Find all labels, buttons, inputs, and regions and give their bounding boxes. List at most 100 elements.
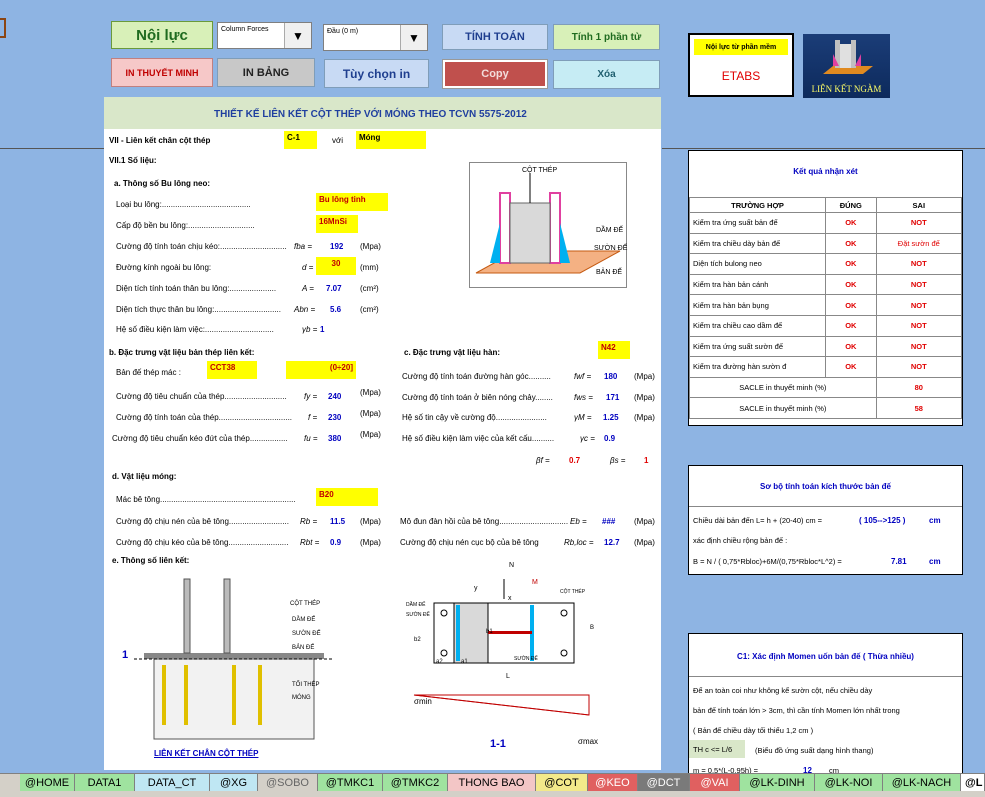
plate-range-value[interactable]: (0÷20] bbox=[286, 361, 356, 379]
c-label: Hệ số điều kiện làm việc của kết cấu....… bbox=[402, 434, 555, 443]
chevron-down-icon[interactable]: ▼ bbox=[284, 23, 311, 48]
section-e: e. Thông số liên kết: bbox=[112, 556, 190, 565]
d-label: Mác bê tông.............................… bbox=[116, 495, 296, 504]
case: Kiểm tra hàn bản bụng bbox=[689, 294, 826, 316]
section-7-1: VII.1 Số liệu: bbox=[109, 156, 157, 165]
bolt-type-value[interactable]: Bu lông tinh bbox=[316, 193, 388, 211]
tab-tmkc1[interactable]: @TMKC1 bbox=[318, 774, 383, 791]
copy-button[interactable]: Copy bbox=[443, 60, 547, 88]
bolt-grade-value[interactable]: 16MnSi bbox=[316, 215, 358, 233]
plan-smin: σmin bbox=[414, 697, 432, 706]
c-sym: γc = bbox=[580, 434, 595, 443]
fig3d-dam-de: DẦM ĐẾ bbox=[596, 227, 624, 234]
a-unit: (cm²) bbox=[360, 284, 379, 293]
tab-dct[interactable]: @DCT bbox=[638, 774, 690, 791]
ok: OK bbox=[825, 294, 877, 316]
d-right-val: ### bbox=[602, 517, 616, 526]
in-bang-button[interactable]: IN BẢNG bbox=[217, 58, 315, 87]
section-suon-de: SƯỜN ĐẾ bbox=[292, 631, 321, 637]
tab-lk-ngam-active[interactable]: @L bbox=[961, 774, 985, 791]
mong-value[interactable]: Móng bbox=[356, 131, 426, 149]
section-a: a. Thông số Bu lông neo: bbox=[114, 179, 210, 188]
status-bar bbox=[0, 791, 985, 797]
a-sym: A = bbox=[302, 284, 314, 293]
results-title: Kết quả nhận xét bbox=[793, 167, 858, 176]
b-unit: (Mpa) bbox=[360, 388, 381, 397]
tab-xg[interactable]: @XG bbox=[210, 774, 258, 791]
in-thuyet-minh-button[interactable]: IN THUYẾT MINH bbox=[111, 58, 213, 87]
a-val: 192 bbox=[330, 242, 344, 251]
d-right-label: Cường độ chịu nén cục bộ của bê tông bbox=[400, 538, 539, 547]
page-title: THIẾT KẾ LIÊN KẾT CỘT THÉP VỚI MÓNG THEO… bbox=[214, 109, 527, 120]
tab-lk-noi[interactable]: @LK-NOI bbox=[815, 774, 883, 791]
a-label: Diện tích thực thân bu lông:............… bbox=[116, 305, 281, 314]
chevron-down-icon[interactable]: ▼ bbox=[400, 25, 427, 50]
not: NOT bbox=[875, 314, 963, 337]
tinh-toan-button[interactable]: TÍNH TOÁN bbox=[442, 24, 548, 50]
prelim-val3: 7.81 bbox=[891, 557, 907, 566]
tinh-1-phan-tu-button[interactable]: Tính 1 phần tử bbox=[553, 24, 660, 50]
not: NOT bbox=[875, 335, 963, 358]
fig3d-cot-thep: CỘT THÉP bbox=[522, 167, 558, 174]
d-right-unit: (Mpa) bbox=[634, 517, 655, 526]
case: Kiểm tra chiều dày bản đế bbox=[689, 232, 826, 255]
tab-thong-bao[interactable]: THONG BAO bbox=[448, 774, 536, 791]
case: Kiểm tra ứng suất sườn đế bbox=[689, 335, 826, 358]
a-label: Diện tích tính toán thân bu lông:.......… bbox=[116, 284, 277, 293]
tab-vai[interactable]: @VAI bbox=[690, 774, 740, 791]
tab-home[interactable]: @HOME bbox=[20, 774, 75, 791]
b-val: 230 bbox=[328, 413, 342, 422]
scale-value[interactable]: 80 bbox=[875, 376, 963, 399]
column-forces-select[interactable]: Column Forces ▼ bbox=[217, 22, 312, 49]
tab-lk-dinh[interactable]: @LK-DINH bbox=[740, 774, 815, 791]
results-table-wrap: TRƯỜNG HỢP ĐÚNG SAI Kiểm tra ứng suất bả… bbox=[689, 197, 963, 419]
b-label: Cường độ tiêu chuẩn của thép............… bbox=[116, 392, 287, 401]
prelim-title: Sơ bộ tính toán kích thước bản đế bbox=[760, 482, 891, 491]
a-label: Đường kính ngoài bu lông: bbox=[116, 263, 212, 272]
scale-value[interactable]: 58 bbox=[875, 397, 963, 419]
plan-x: x bbox=[508, 595, 512, 602]
tab-cot[interactable]: @COT bbox=[536, 774, 588, 791]
tab-tmkc2[interactable]: @TMKC2 bbox=[383, 774, 448, 791]
moment-th: TH c <= L/6 bbox=[689, 740, 745, 758]
b-val: 240 bbox=[328, 392, 342, 401]
moment-title: C1: Xác định Momen uốn bản đế ( Thừa nhi… bbox=[737, 652, 914, 661]
tab-lk-nach[interactable]: @LK-NACH bbox=[883, 774, 961, 791]
dau-select[interactable]: Đầu (0 m) ▼ bbox=[323, 24, 428, 51]
prelim-line1: Chiều dài bản đến L= h + (20-40) cm = bbox=[693, 516, 823, 525]
c-label: Cường độ tính toán đường hàn góc........… bbox=[402, 372, 551, 381]
table-row: SACLE in thuyết minh (%) 58 bbox=[689, 397, 963, 419]
section-b: b. Đặc trưng vật liệu bản thép liên kết: bbox=[109, 348, 255, 357]
moment-line1: Để an toàn coi như không kể sườn cột, nế… bbox=[693, 686, 873, 695]
a-sym: Abn = bbox=[294, 305, 316, 314]
tab-keo[interactable]: @KEO bbox=[588, 774, 638, 791]
tab-data-ct[interactable]: DATA_CT bbox=[135, 774, 210, 791]
weld-type-value[interactable]: N42 bbox=[598, 341, 630, 359]
tab-sobo[interactable]: @SOBO bbox=[258, 774, 318, 791]
beta-s-value: 1 bbox=[644, 456, 649, 465]
moment-panel: C1: Xác định Momen uốn bản đế ( Thừa nhi… bbox=[688, 633, 963, 775]
tab-data1[interactable]: DATA1 bbox=[75, 774, 135, 791]
plan-drawing bbox=[404, 575, 604, 765]
noi-luc-button[interactable]: Nội lực bbox=[111, 21, 213, 49]
tuy-chon-in-button[interactable]: Tùy chọn in bbox=[324, 59, 429, 88]
table-row: Kiểm tra hàn bản bụng OK NOT bbox=[689, 294, 963, 316]
plate-steel-value[interactable]: CCT38 bbox=[207, 361, 257, 379]
plan-a1: a1 bbox=[461, 659, 468, 665]
a-val: 7.07 bbox=[326, 284, 342, 293]
c-label: Hệ số tin cậy về cường độ...............… bbox=[402, 413, 547, 422]
concrete-grade-value[interactable]: B20 bbox=[316, 488, 378, 506]
c-val: 180 bbox=[604, 372, 618, 381]
plan-suon-de: SƯỜN ĐẾ bbox=[406, 612, 430, 618]
ok: OK bbox=[825, 335, 877, 358]
d-label: Cường độ chịu kéo của bê tông...........… bbox=[116, 538, 289, 547]
plan-N: N bbox=[509, 562, 515, 569]
table-row: Kiểm tra ứng suất sườn đế OK NOT bbox=[689, 335, 963, 358]
scale-label: SACLE in thuyết minh (%) bbox=[689, 397, 877, 419]
d-unit: (Mpa) bbox=[360, 538, 381, 547]
bolt-diameter-value[interactable]: 30 bbox=[316, 257, 356, 275]
header-not: SAI bbox=[875, 197, 963, 213]
column-id[interactable]: C-1 bbox=[284, 131, 317, 149]
xoa-button[interactable]: Xóa bbox=[553, 60, 660, 89]
beta-f-sym: βf = bbox=[536, 456, 550, 465]
